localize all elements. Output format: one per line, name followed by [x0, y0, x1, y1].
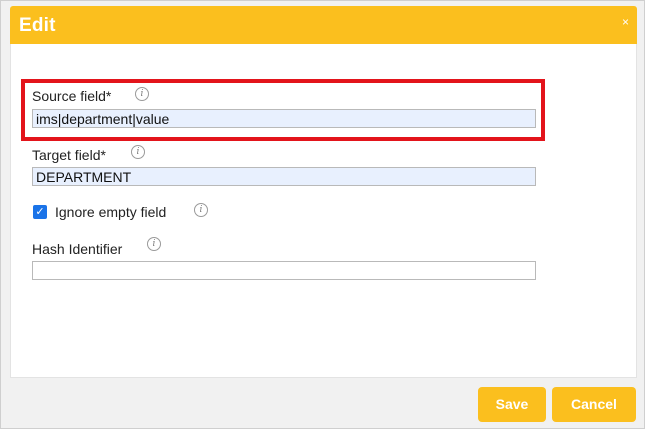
- target-field-input[interactable]: [32, 167, 536, 186]
- save-button[interactable]: Save: [478, 387, 546, 422]
- dialog-header: Edit ×: [10, 6, 637, 44]
- hash-identifier-input[interactable]: [32, 261, 536, 280]
- hash-identifier-info-icon[interactable]: i: [147, 237, 161, 251]
- ignore-empty-label: Ignore empty field: [55, 204, 167, 220]
- cancel-button[interactable]: Cancel: [552, 387, 636, 422]
- ignore-empty-info-icon[interactable]: i: [194, 203, 208, 217]
- target-field-info-icon[interactable]: i: [131, 145, 145, 159]
- target-field-label: Target field*: [32, 147, 106, 163]
- dialog-title: Edit: [19, 15, 56, 36]
- close-icon[interactable]: ×: [622, 15, 629, 29]
- edit-dialog: Edit × Source field* i Target field* i ✓…: [0, 0, 645, 429]
- ignore-empty-checkbox[interactable]: ✓: [33, 205, 47, 219]
- highlight-box: [21, 79, 545, 141]
- hash-identifier-label: Hash Identifier: [32, 241, 123, 257]
